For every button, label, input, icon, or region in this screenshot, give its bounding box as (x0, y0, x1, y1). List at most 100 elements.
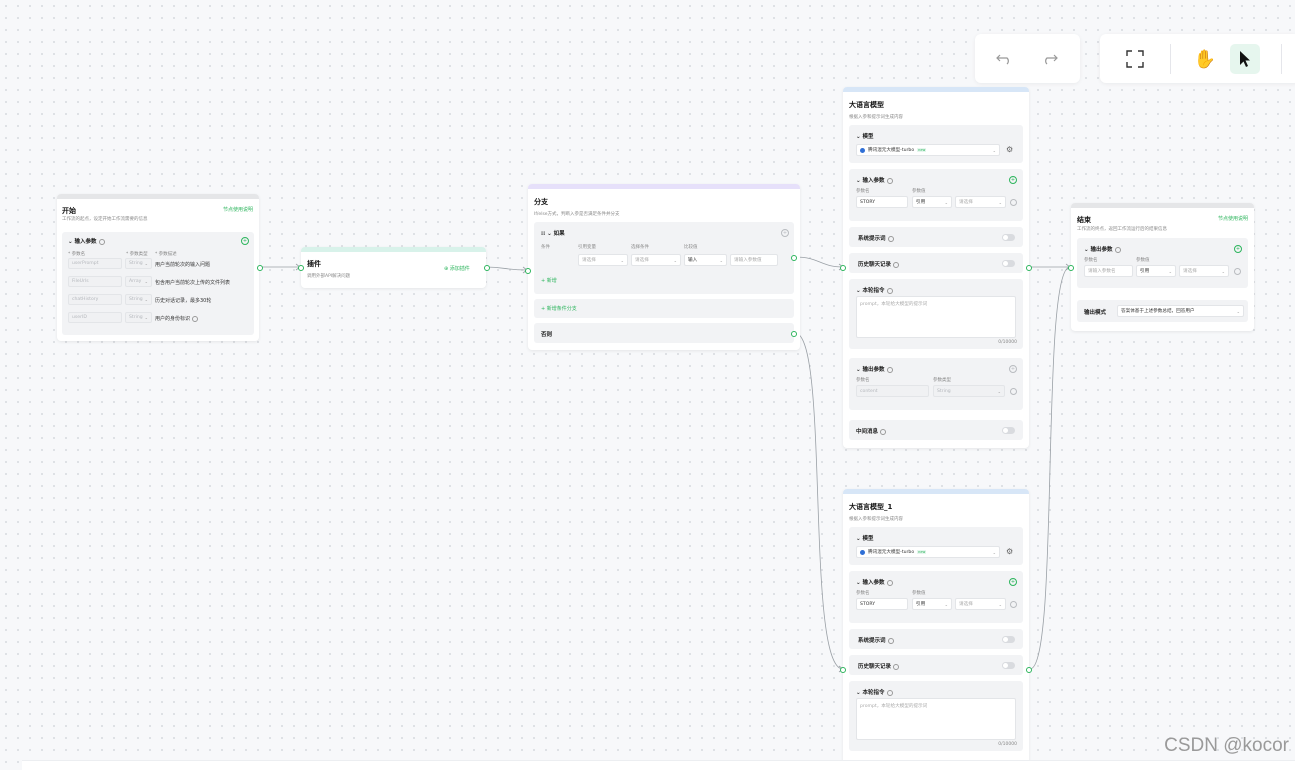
output-type-select: String ⌄ (933, 385, 1005, 397)
node-header-bar (1071, 203, 1254, 208)
system-prompt-toggle[interactable] (1002, 636, 1015, 643)
hand-icon[interactable]: ✋ (1190, 44, 1220, 74)
end-node[interactable]: 结束 工作流的终点，返回工作流运行后的结果信息 节点使用说明 ⌄ 输出参数 + … (1071, 203, 1254, 331)
history-toggle[interactable] (1002, 260, 1015, 267)
fullscreen-icon[interactable] (1120, 44, 1150, 74)
add-condition-icon[interactable]: + (781, 229, 789, 237)
model-select[interactable]: 腾讯混元大模型-turbo new ⌄ (856, 144, 1000, 156)
node-header-bar (528, 184, 800, 189)
add-branch-panel[interactable]: + 新增条件分支 (534, 299, 794, 318)
output-port[interactable] (484, 265, 490, 271)
remove-param-icon[interactable] (1010, 199, 1017, 206)
node-help-link[interactable]: 节点使用说明 (223, 206, 253, 213)
model-settings-icon[interactable]: ⚙ (1006, 547, 1013, 556)
llm-node-1[interactable]: 大语言模型_1 根据入参和提示词生成内容 ⌄ 模型 腾讯混元大模型-turbo … (843, 489, 1029, 769)
node-header-bar (843, 87, 1029, 92)
node-description: If/else方式，判断入参是否满足条件并分支 (534, 212, 620, 217)
model-panel: ⌄ 模型 腾讯混元大模型-turbo new ⌄ ⚙ (849, 125, 1023, 163)
node-title: 大语言模型_1 (849, 503, 893, 511)
section-title: 中间消息 (856, 427, 887, 435)
param-type-select: String ⌄ (125, 294, 152, 305)
input-port[interactable] (840, 265, 846, 271)
param-ref-select[interactable]: 引用 ⌄ (912, 598, 952, 610)
ref-variable-select[interactable]: 请选择 ⌄ (578, 254, 628, 266)
llm-node[interactable]: 大语言模型 根据入参和提示词生成内容 ⌄ 模型 腾讯混元大模型-turbo ne… (843, 87, 1029, 448)
add-output-icon[interactable]: + (1009, 365, 1017, 373)
param-name-field: userID (68, 312, 122, 323)
section-title: ⌄ 输入参数 (68, 237, 105, 245)
canvas-toolbar: ✋ (1100, 34, 1295, 83)
connection-lines (259, 256, 1071, 673)
remove-param-icon[interactable] (1010, 601, 1017, 608)
remove-output-icon[interactable] (1234, 268, 1241, 275)
system-prompt-toggle[interactable] (1002, 234, 1015, 241)
add-condition-button[interactable]: + 新增 (541, 277, 557, 284)
model-settings-icon[interactable]: ⚙ (1006, 145, 1013, 154)
plugin-node[interactable]: 插件 调用外部API解决问题 ⊕ 添加插件 (301, 247, 486, 288)
node-title: 结束 (1077, 216, 1091, 224)
output-port[interactable] (1026, 667, 1032, 673)
condition-select[interactable]: 请选择 ⌄ (631, 254, 681, 266)
param-type-select: String ⌄ (125, 258, 152, 269)
node-title: 开始 (62, 207, 76, 215)
if-output-port[interactable] (791, 255, 797, 261)
input-port[interactable] (1068, 265, 1074, 271)
param-name-input[interactable]: STORY (856, 598, 908, 610)
history-toggle[interactable] (1002, 662, 1015, 669)
add-plugin-button[interactable]: ⊕ 添加插件 (444, 265, 470, 272)
output-value-select[interactable]: 请选择 ⌄ (1179, 265, 1229, 277)
param-ref-select[interactable]: 引用 ⌄ (912, 196, 952, 208)
start-node[interactable]: 开始 工作流的起点，设定开始工作流需要的信息 节点使用说明 ⌄ 输入参数 + *… (57, 194, 259, 341)
add-branch-button[interactable]: + 新增条件分支 (541, 305, 577, 312)
output-name-input[interactable]: 请输入参数名 (1084, 265, 1133, 277)
compare-type-select[interactable]: 输入 ⌄ (684, 254, 727, 266)
param-description: 历史对话记录，最多30轮 (155, 298, 212, 304)
add-param-icon[interactable]: + (1009, 176, 1017, 184)
toolbar-divider (1170, 44, 1171, 74)
section-title: ⌄ 输出参数 (1084, 245, 1121, 253)
node-header-bar (301, 247, 486, 252)
input-port[interactable] (840, 667, 846, 673)
if-condition-panel: ⁞⁞ ⌄ 如果 + 条件 引用变量 选择条件 比较值 请选择 ⌄ 请选择 ⌄ 输入 ⌄… (534, 222, 794, 294)
add-output-icon[interactable]: + (1234, 245, 1242, 253)
param-value-select[interactable]: 请选择 ⌄ (955, 598, 1006, 610)
if-label: ⁞⁞ ⌄ 如果 (541, 231, 565, 237)
undo-icon[interactable] (989, 44, 1019, 74)
instruction-textarea[interactable]: prompt，本轮给大模型的提示词 (856, 296, 1016, 338)
middle-message-toggle[interactable] (1002, 427, 1015, 434)
col-header-name: 参数名 (856, 189, 870, 194)
input-port[interactable] (525, 268, 531, 274)
node-description: 调用外部API解决问题 (307, 274, 351, 279)
redo-icon[interactable] (1035, 44, 1065, 74)
add-param-icon[interactable]: + (1009, 578, 1017, 586)
param-name-input[interactable]: STORY (856, 196, 908, 208)
system-prompt-panel: 系统提示词 (849, 629, 1023, 649)
col-header-cmp: 比较值 (684, 245, 698, 250)
col-header-name: 参数名 (856, 591, 870, 596)
input-port[interactable] (298, 265, 304, 271)
output-port[interactable] (257, 265, 263, 271)
middle-message-panel: 中间消息 (849, 420, 1023, 440)
instruction-textarea[interactable]: prompt，本轮给大模型的提示词 (856, 698, 1016, 740)
node-header-bar (843, 489, 1029, 494)
pointer-icon[interactable] (1230, 44, 1260, 74)
add-param-icon[interactable]: + (241, 237, 249, 245)
remove-output-icon[interactable] (1010, 388, 1017, 395)
model-select[interactable]: 腾讯混元大模型-turbo new ⌄ (856, 546, 1000, 558)
instruction-panel: ⌄ 本轮指令 prompt，本轮给大模型的提示词 0/10000 (849, 279, 1023, 349)
branch-node[interactable]: 分支 If/else方式，判断入参是否满足条件并分支 ⁞⁞ ⌄ 如果 + 条件 … (528, 184, 800, 350)
compare-value-input[interactable]: 请输入参数值 (730, 254, 778, 266)
param-value-select[interactable]: 请选择 ⌄ (955, 196, 1006, 208)
col-header-type: * 参数类型 (126, 252, 148, 257)
node-help-link[interactable]: 节点使用说明 (1218, 215, 1248, 222)
output-ref-select[interactable]: 引用 ⌄ (1136, 265, 1176, 277)
section-title: 系统提示词 (858, 234, 894, 242)
section-title: ⌄ 本轮指令 (856, 688, 893, 696)
output-port[interactable] (1026, 265, 1032, 271)
col-header-name: * 参数名 (68, 252, 86, 257)
else-output-port[interactable] (791, 331, 797, 337)
history-panel: 历史聊天记录 (849, 253, 1023, 273)
param-name-field: userPrompt (68, 258, 122, 269)
param-description: 包含用户当前轮次上传的文件列表 (155, 280, 231, 286)
output-mode-select[interactable]: 答案体基于上述参数总结，回答用户 ⌄ (1117, 305, 1244, 317)
